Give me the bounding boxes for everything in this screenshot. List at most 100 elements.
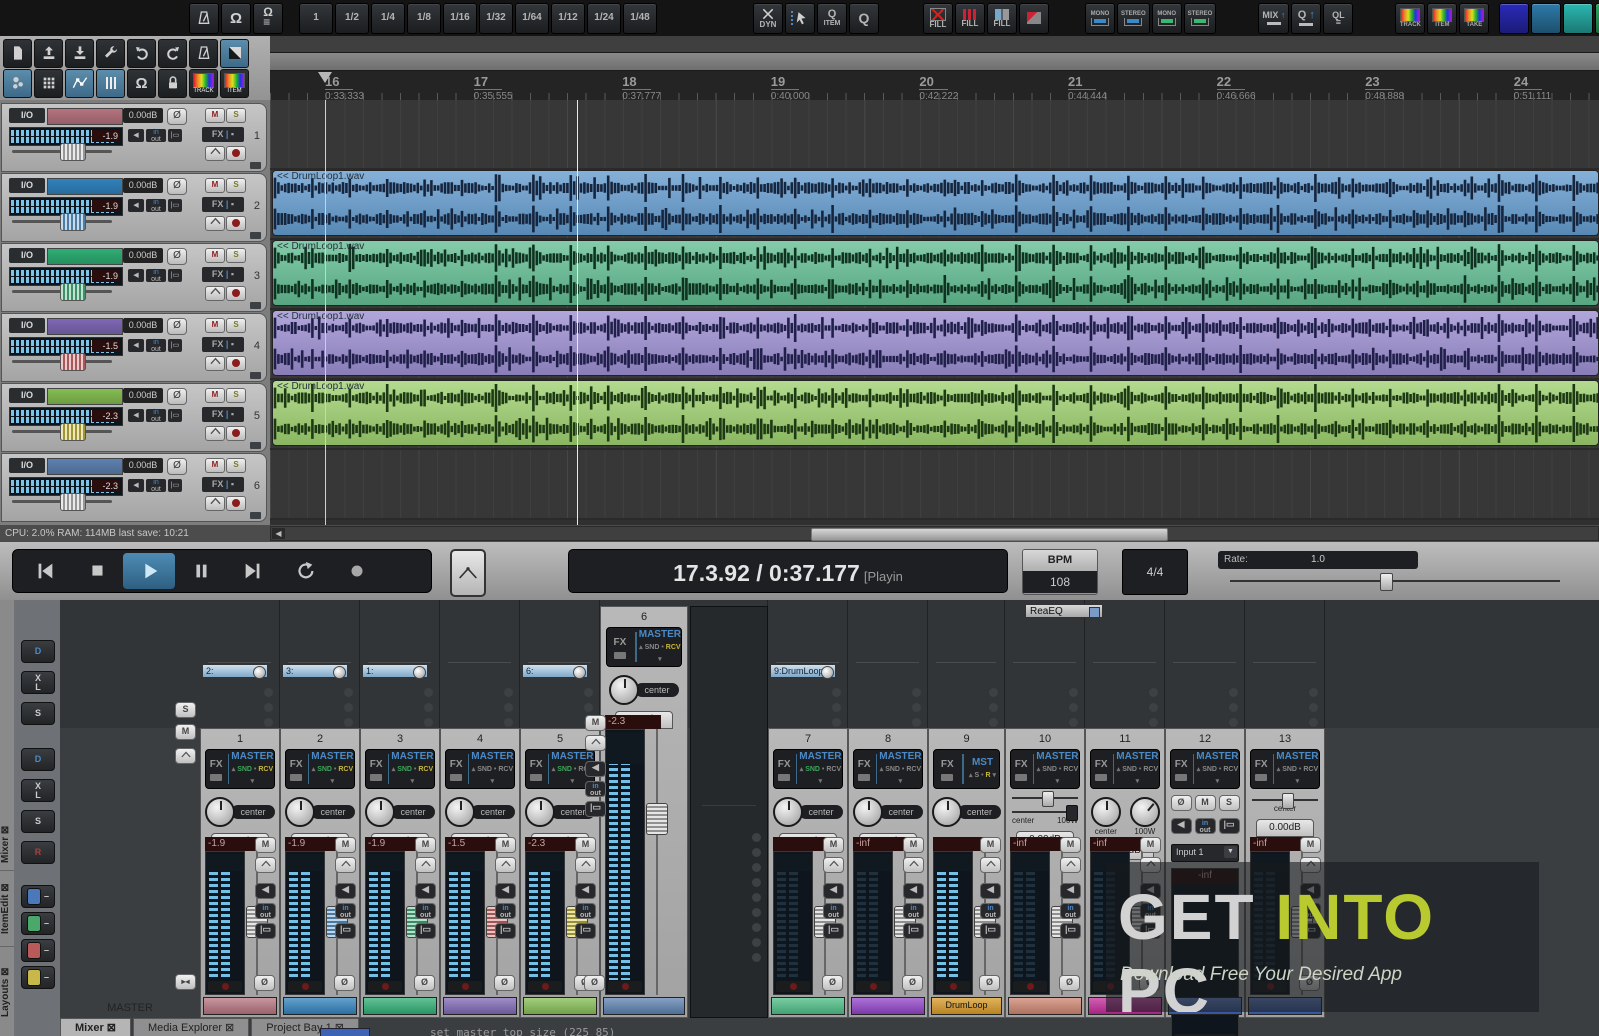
receive-slot[interactable]: 6: [522,664,588,678]
docker-button-b-d[interactable]: D [21,748,55,771]
monitor-back-icon[interactable]: ◀ [255,883,276,899]
fx-routing-button[interactable]: FXMASTER▴ SND • RCV ▾ [1170,749,1239,789]
horizontal-scrollbar[interactable]: ◀ [270,526,1599,541]
fill-gaps-button-1[interactable]: FILL [923,3,953,34]
grid-division-1-8[interactable]: 1/8 [407,3,441,34]
monitor-back-icon[interactable]: ◀ [335,883,356,899]
bpm-box[interactable]: BPM 108 [1022,549,1098,595]
media-item[interactable]: << DrumLoop1.wav [272,380,1599,446]
grid-division-1-4[interactable]: 1/4 [371,3,405,34]
open-project-icon[interactable] [34,39,63,68]
record-monitor-back-icon[interactable]: ◀ [128,479,144,492]
track-panel-1[interactable]: I/O0.00dBØMS-1.9◀inout|▭FX | ▪1 [1,103,267,172]
play-button[interactable] [123,553,175,589]
track-envelope-button[interactable] [205,286,225,301]
channel-envelope-button[interactable] [335,857,356,873]
scrollbar-thumb[interactable] [811,528,1168,541]
pan-control[interactable]: center [601,675,687,705]
track-mute-button[interactable]: M [205,458,225,473]
track-record-arm-button[interactable] [226,146,246,161]
track-volume-value[interactable]: 0.00dB [123,458,163,473]
docker-button-b-xl[interactable]: XL [21,779,55,802]
mixer-channel-2[interactable]: 3:2FXMASTER▴ SND • RCV ▾center0.00dB-1.9… [280,600,360,1018]
fader-thumb[interactable] [60,423,86,441]
time-display[interactable]: 17.3.92 / 0:37.177 [Playin [568,549,1008,593]
channel-mute-button[interactable]: M [1195,795,1216,811]
pin-button[interactable]: |▭ [575,923,596,939]
phase-button[interactable]: Ø [167,248,187,265]
track-name-bar[interactable] [47,458,123,475]
split-items-icon[interactable] [1019,3,1049,34]
snap-relative-icon[interactable]: Ω≡ [253,3,283,34]
track-volume-value[interactable]: 0.00dB [123,248,163,263]
pan-control[interactable]: center [769,797,847,827]
track-fx-button[interactable]: FX | ▪ [202,127,244,142]
color-swatch-3[interactable] [1563,3,1593,34]
color-track-button[interactable]: TRACK [1395,3,1425,34]
record-arm-indicator[interactable] [528,981,562,992]
record-arm-indicator[interactable] [608,981,642,992]
monitor-in-out-toggle[interactable]: inout [575,903,596,919]
track-solo-button[interactable]: S [226,318,246,333]
timeline-ruler[interactable]: 160:33.333170:35.555180:37.777190:40.000… [270,36,1599,100]
fx-routing-button[interactable]: FXMASTER▴ SND • RCV ▾ [1250,749,1319,789]
channel-phase-button[interactable]: Ø [979,975,1000,991]
fx-routing-button[interactable]: FXMASTER▴ SND • RCV ▾ [365,749,434,789]
pan-width-knobs[interactable] [1086,797,1164,827]
fader-thumb[interactable] [60,213,86,231]
channel-mute-button[interactable]: M [495,837,516,853]
channel-mute-button[interactable]: M [1140,837,1161,853]
pin-button[interactable]: |▭ [168,199,182,212]
channel-mute-button[interactable]: M [335,837,356,853]
receive-slot[interactable]: 2: [202,664,268,678]
track-solo-button[interactable]: S [226,458,246,473]
record-arm-indicator[interactable] [776,981,810,992]
track-envelope-button[interactable] [205,146,225,161]
record-arm-indicator[interactable] [288,981,322,992]
docker-button-b-r[interactable]: R [21,841,55,864]
quantize-button[interactable]: Q [849,3,879,34]
pin-button[interactable]: |▭ [903,923,924,939]
record-arm-indicator[interactable] [856,981,890,992]
channel-fader[interactable] [649,729,663,995]
mixer-channel-8[interactable]: 8FXMASTER▴ SND • RCV ▾center0.00dB-infM◀… [848,600,928,1018]
track-fx-button[interactable]: FX | ▪ [202,197,244,212]
track-name-bar[interactable] [47,318,123,335]
monitor-in-out-toggle[interactable]: inout [1195,818,1216,834]
dynamic-split-button[interactable]: DYN [753,3,783,34]
track-io-button[interactable]: I/O [9,178,45,193]
pan-slider[interactable]: center [1252,799,1318,813]
channel-envelope-button[interactable] [255,857,276,873]
lock-icon[interactable] [158,69,187,98]
pin-button[interactable]: |▭ [255,923,276,939]
fx-window-title[interactable]: ReaEQ [1025,604,1103,618]
track-solo-button[interactable]: S [226,178,246,193]
track-panel-4[interactable]: I/O0.00dBØMS-1.5◀inout|▭FX | ▪4 [1,313,267,382]
fader-thumb[interactable] [60,353,86,371]
channel-phase-button[interactable]: Ø [1171,795,1192,811]
track-volume-fader[interactable] [12,500,112,503]
receive-slot[interactable]: 1: [362,664,428,678]
fx-routing-button[interactable]: FXMASTER▴ SND • RCV ▾ [1090,749,1159,789]
track-fx-button[interactable]: FX | ▪ [202,477,244,492]
new-project-icon[interactable] [3,39,32,68]
rate-slider[interactable] [1230,580,1560,582]
mixer-channel-10[interactable]: 10FXMASTER▴ SND • RCV ▾center100W0.00dB-… [1005,600,1085,1018]
monitor-back-icon[interactable]: ◀ [823,883,844,899]
folder-icon[interactable] [250,162,261,169]
grid-division-1-12[interactable]: 1/12 [551,3,585,34]
media-item[interactable]: << DrumLoop1.wav [272,240,1599,306]
track-envelope-button[interactable] [205,426,225,441]
monitor-in-out-toggle[interactable]: inout [823,903,844,919]
monitor-back-icon[interactable]: ◀ [903,883,924,899]
ripple-edit-icon[interactable] [96,69,125,98]
channel-mute-button[interactable]: M [1300,837,1321,853]
master-solo-button[interactable]: S [175,702,196,718]
channel-mute-button[interactable]: M [903,837,924,853]
track-mute-button[interactable]: M [205,318,225,333]
docker-button-d[interactable]: D [21,640,55,663]
track-volume-value[interactable]: 0.00dB [123,108,163,123]
fill-gaps-button-3[interactable]: FILL [987,3,1017,34]
channel-mode-mono-0[interactable]: MONO [1085,3,1115,34]
color-take-button[interactable]: TAKE [1459,3,1489,34]
